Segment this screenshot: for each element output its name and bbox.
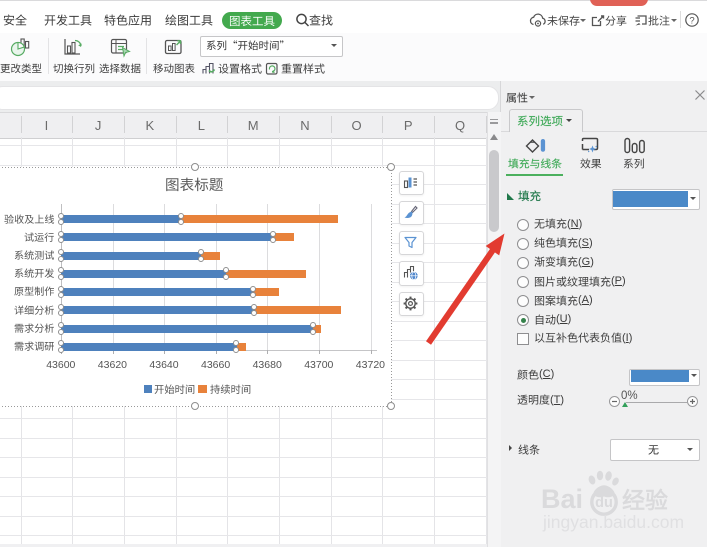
svg-text:?: ? [689,15,694,26]
svg-text:du: du [595,495,613,511]
